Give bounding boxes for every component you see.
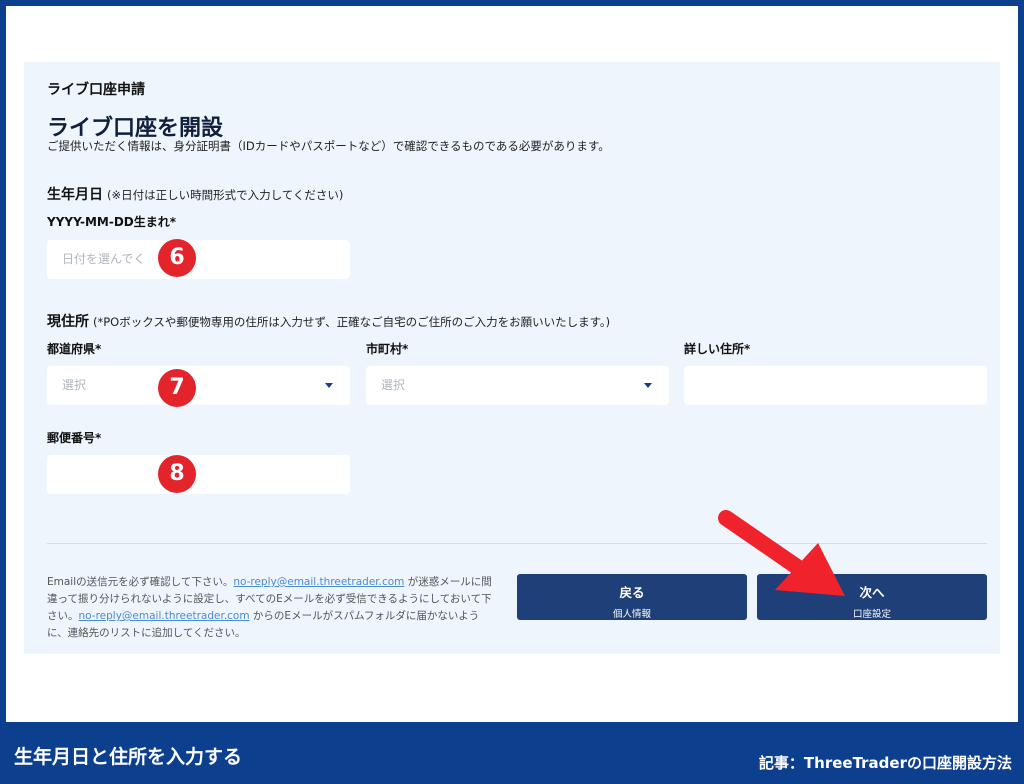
footer-article-title: 記事：ThreeTraderの口座開設方法 — [758, 754, 1012, 772]
footer-caption: 生年月日と住所を入力する — [14, 746, 243, 768]
pointer-arrow-icon — [718, 510, 845, 596]
